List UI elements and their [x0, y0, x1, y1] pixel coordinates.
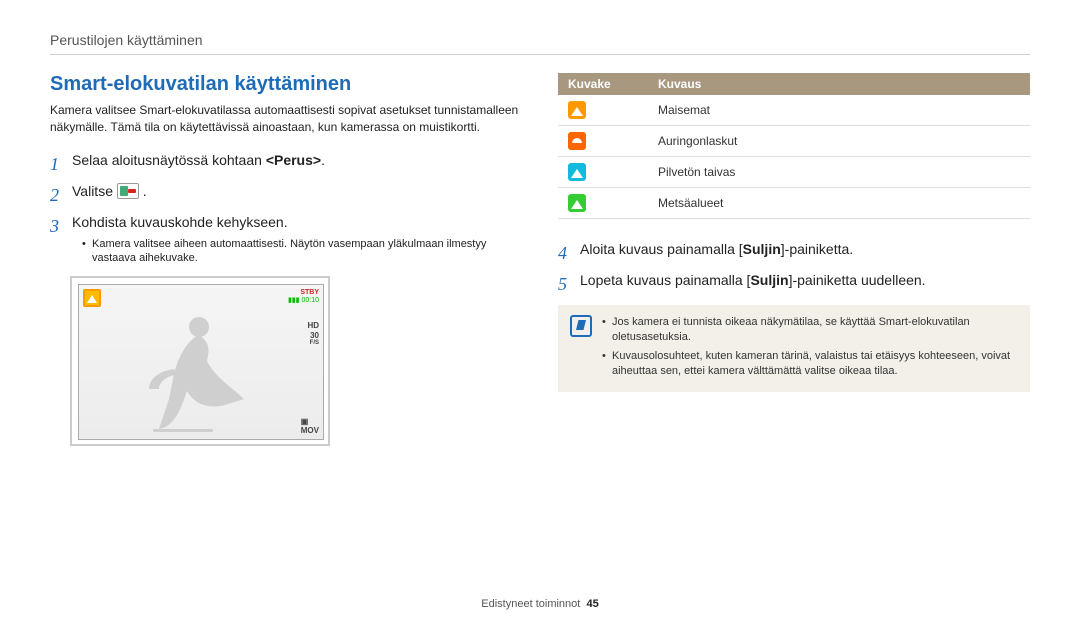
- format-label: ▣MOV: [301, 417, 319, 435]
- intro-text: Kamera valitsee Smart-elokuvatilassa aut…: [50, 102, 522, 136]
- table-header-desc: Kuvaus: [648, 73, 1030, 95]
- table-row: Pilvetön taivas: [558, 157, 1030, 188]
- steps-list-right: 4 Aloita kuvaus painamalla [Suljin]-pain…: [558, 239, 1030, 291]
- step-bold: <Perus>: [266, 152, 321, 168]
- step-text: Kohdista kuvauskohde kehykseen.: [72, 214, 288, 230]
- step-bullet: Kamera valitsee aiheen automaattisesti. …: [82, 237, 522, 267]
- camera-screen: STBY ▮▮▮ 00:10 HD 30 F/S ▣MOV: [78, 284, 324, 440]
- page: Perustilojen käyttäminen Smart-elokuvati…: [0, 0, 1080, 630]
- camera-bottom-right: ▣MOV: [301, 417, 319, 435]
- step-text-post: .: [139, 183, 147, 199]
- step-bold: Suljin: [743, 241, 781, 257]
- icon-table: Kuvake Kuvaus Maisemat Auringonlaskut: [558, 73, 1030, 219]
- step-number: 1: [50, 151, 59, 178]
- step-bold: Suljin: [750, 272, 788, 288]
- note-item: Jos kamera ei tunnista oikeaa näkymätila…: [602, 315, 1018, 345]
- page-footer: Edistyneet toiminnot 45: [0, 598, 1080, 610]
- skater-silhouette-icon: [129, 309, 269, 439]
- step-sublist: Kamera valitsee aiheen automaattisesti. …: [82, 237, 522, 267]
- step-4: 4 Aloita kuvaus painamalla [Suljin]-pain…: [558, 239, 1030, 260]
- footer-section: Edistyneet toiminnot: [481, 598, 580, 610]
- table-row: Metsäalueet: [558, 188, 1030, 219]
- table-header-icon: Kuvake: [558, 73, 648, 95]
- landscape-icon: [568, 101, 586, 119]
- smart-mode-icon: [117, 183, 139, 199]
- table-cell-label: Maisemat: [648, 95, 1030, 126]
- table-cell-label: Pilvetön taivas: [648, 157, 1030, 188]
- table-cell-label: Metsäalueet: [648, 188, 1030, 219]
- fps-unit: F/S: [307, 340, 319, 347]
- note-icon: [570, 315, 592, 337]
- divider: [50, 54, 1030, 55]
- note-item: Kuvausolosuhteet, kuten kameran tärinä, …: [602, 349, 1018, 379]
- scene-landscape-icon: [83, 289, 101, 307]
- step-number: 4: [558, 240, 567, 267]
- camera-top-right-status: STBY ▮▮▮ 00:10: [288, 289, 319, 304]
- step-1: 1 Selaa aloitusnäytössä kohtaan <Perus>.: [50, 150, 522, 171]
- column-right: Kuvake Kuvaus Maisemat Auringonlaskut: [558, 73, 1030, 446]
- camera-display: STBY ▮▮▮ 00:10 HD 30 F/S ▣MOV: [70, 276, 330, 446]
- step-5: 5 Lopeta kuvaus painamalla [Suljin]-pain…: [558, 270, 1030, 291]
- two-column-layout: Smart-elokuvatilan käyttäminen Kamera va…: [50, 73, 1030, 446]
- step-3: 3 Kohdista kuvauskohde kehykseen. Kamera…: [50, 212, 522, 267]
- step-number: 5: [558, 271, 567, 298]
- timer-label: ▮▮▮ 00:10: [288, 297, 319, 305]
- standby-label: STBY: [288, 289, 319, 297]
- clear-sky-icon: [568, 163, 586, 181]
- note-list: Jos kamera ei tunnista oikeaa näkymätila…: [602, 315, 1018, 382]
- column-left: Smart-elokuvatilan käyttäminen Kamera va…: [50, 73, 522, 446]
- camera-right-settings: HD 30 F/S: [307, 321, 319, 347]
- step-text: Valitse: [72, 183, 117, 199]
- forest-icon: [568, 194, 586, 212]
- table-row: Auringonlaskut: [558, 126, 1030, 157]
- sunset-icon: [568, 132, 586, 150]
- step-text: Aloita kuvaus painamalla [: [580, 241, 743, 257]
- step-number: 2: [50, 182, 59, 209]
- table-cell-label: Auringonlaskut: [648, 126, 1030, 157]
- hd-label: HD: [307, 321, 319, 331]
- step-text-post: ]-painiketta uudelleen.: [789, 272, 926, 288]
- note-box: Jos kamera ei tunnista oikeaa näkymätila…: [558, 305, 1030, 392]
- header-breadcrumb: Perustilojen käyttäminen: [50, 32, 1030, 48]
- steps-list: 1 Selaa aloitusnäytössä kohtaan <Perus>.…: [50, 150, 522, 267]
- step-text-post: ]-painiketta.: [781, 241, 853, 257]
- step-text-post: .: [321, 152, 325, 168]
- section-title: Smart-elokuvatilan käyttäminen: [50, 73, 522, 96]
- step-text: Lopeta kuvaus painamalla [: [580, 272, 750, 288]
- step-2: 2 Valitse .: [50, 181, 522, 202]
- step-number: 3: [50, 213, 59, 240]
- step-text: Selaa aloitusnäytössä kohtaan: [72, 152, 266, 168]
- table-row: Maisemat: [558, 95, 1030, 126]
- fps-value: 30: [307, 331, 319, 341]
- page-number: 45: [586, 598, 598, 610]
